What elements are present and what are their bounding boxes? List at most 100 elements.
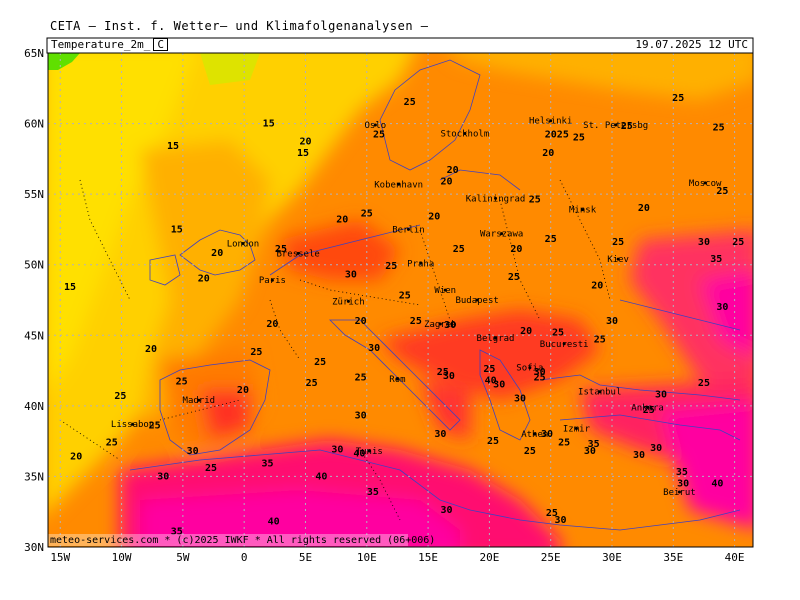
contour-label: 30 — [368, 343, 380, 354]
contour-label: 30 — [698, 237, 710, 248]
city-label: Paris — [259, 276, 286, 286]
contour-label: 25 — [713, 123, 725, 134]
contour-label: 25 — [404, 97, 416, 108]
lon-label: 15W — [50, 551, 70, 564]
contour-label: 25 — [732, 237, 744, 248]
lat-label: 50N — [24, 259, 44, 272]
contour-label: 25 — [529, 195, 541, 206]
city-label: Moscow — [689, 179, 722, 189]
contour-label: 30 — [554, 515, 566, 526]
contour-label: 30 — [355, 411, 367, 422]
subheader-frame — [46, 37, 754, 54]
contour-label: 40 — [711, 478, 723, 489]
city-label: Beirut — [663, 488, 696, 498]
contour-label: 25 — [698, 378, 710, 389]
contour-label: 35 — [367, 487, 379, 498]
contour-label: 30 — [650, 443, 662, 454]
contour-label: 30 — [493, 380, 505, 391]
city-label: Praha — [407, 259, 434, 269]
contour-label: 15 — [167, 141, 179, 152]
city-label: St. Petersbg — [583, 121, 648, 131]
city-label: Sofia — [516, 364, 543, 374]
contour-label: 30 — [434, 429, 446, 440]
lat-label: 40N — [24, 400, 44, 413]
contour-label: 20 — [211, 248, 223, 259]
city-label: Zagreb — [424, 320, 457, 330]
contour-label: 25 — [437, 367, 449, 378]
contour-label: 40 — [268, 516, 280, 527]
contour-label: 30 — [187, 446, 199, 457]
contour-label: 25 — [483, 364, 495, 375]
contour-label: 25 — [106, 437, 118, 448]
contour-label: 20 — [591, 281, 603, 292]
contour-label: 15 — [171, 224, 183, 235]
lon-label: 40E — [725, 551, 745, 564]
city-label: Helsinki — [529, 117, 572, 127]
contour-label: 20 — [336, 214, 348, 225]
city-label: Warszawa — [480, 230, 523, 240]
latitude-labels: 65N 60N 55N 50N 45N 40N 35N 30N — [24, 47, 44, 554]
contour-label: 20 — [237, 385, 249, 396]
contour-label: 35 — [676, 467, 688, 478]
contour-label: 35 — [710, 254, 722, 265]
city-label: Tunis — [356, 447, 383, 457]
temp-band-40-africa — [140, 490, 460, 547]
contour-label: 25 — [114, 391, 126, 402]
city-label: Belgrad — [477, 334, 515, 344]
contour-label: 25 — [508, 272, 520, 283]
contour-label: 30 — [345, 269, 357, 280]
city-label: Oslo — [365, 121, 387, 131]
contour-label: 30 — [633, 450, 645, 461]
contour-label: 2025 — [545, 130, 569, 141]
contour-label: 25 — [176, 377, 188, 388]
lon-label: 10W — [112, 551, 132, 564]
contour-label: 25 — [672, 93, 684, 104]
city-label: Ankara — [631, 403, 664, 413]
lon-label: 15E — [418, 551, 438, 564]
city-label: Wien — [434, 286, 456, 296]
contour-label: 20 — [440, 176, 452, 187]
contour-label: 15 — [263, 118, 275, 129]
contour-label: 20 — [299, 137, 311, 148]
lon-label: 5E — [299, 551, 312, 564]
lon-label: 30E — [602, 551, 622, 564]
contour-label: 25 — [524, 446, 536, 457]
city-label: Berlin — [392, 225, 425, 235]
contour-label: 25 — [385, 261, 397, 272]
city-label: Rom — [389, 375, 405, 385]
contour-label: 25 — [453, 244, 465, 255]
lat-label: 55N — [24, 188, 44, 201]
contour-label: 20 — [447, 165, 459, 176]
city-label: Madrid — [183, 396, 216, 406]
contour-label: 25 — [314, 357, 326, 368]
lat-label: 35N — [24, 470, 44, 483]
contour-label: 20 — [266, 319, 278, 330]
city-label: Izmir — [563, 424, 591, 434]
contour-label: 30 — [606, 316, 618, 327]
city-label: Minsk — [569, 206, 597, 216]
credit-footer: meteo-services.com * (c)2025 IWKF * All … — [50, 535, 436, 546]
contour-label: 30 — [157, 471, 169, 482]
city-label: London — [227, 240, 260, 250]
contour-label: 15 — [297, 148, 309, 159]
contour-label: 25 — [552, 327, 564, 338]
contour-label: 15 — [64, 282, 76, 293]
contour-label: 30 — [716, 302, 728, 313]
contour-label: 25 — [250, 347, 262, 358]
contour-label: 25 — [355, 372, 367, 383]
contour-label: 20 — [542, 148, 554, 159]
contour-label: 25 — [361, 209, 373, 220]
contour-label: 25 — [399, 291, 411, 302]
longitude-labels: 15W 10W 5W 0 5E 10E 15E 20E 25E 30E 35E 40E — [50, 551, 744, 564]
lon-label: 5W — [176, 551, 190, 564]
contour-label: 25 — [487, 436, 499, 447]
lon-label: 10E — [357, 551, 377, 564]
temperature-map: 2525152015152025 252525252020202520252025… — [24, 37, 754, 564]
lat-label: 60N — [24, 118, 44, 131]
contour-label: 20 — [355, 316, 367, 327]
contour-label: 20 — [198, 274, 210, 285]
contour-label: 35 — [261, 459, 273, 470]
city-label: Bucuresti — [540, 340, 589, 350]
contour-label: 20 — [428, 212, 440, 223]
city-label: Lissabon — [111, 420, 154, 430]
